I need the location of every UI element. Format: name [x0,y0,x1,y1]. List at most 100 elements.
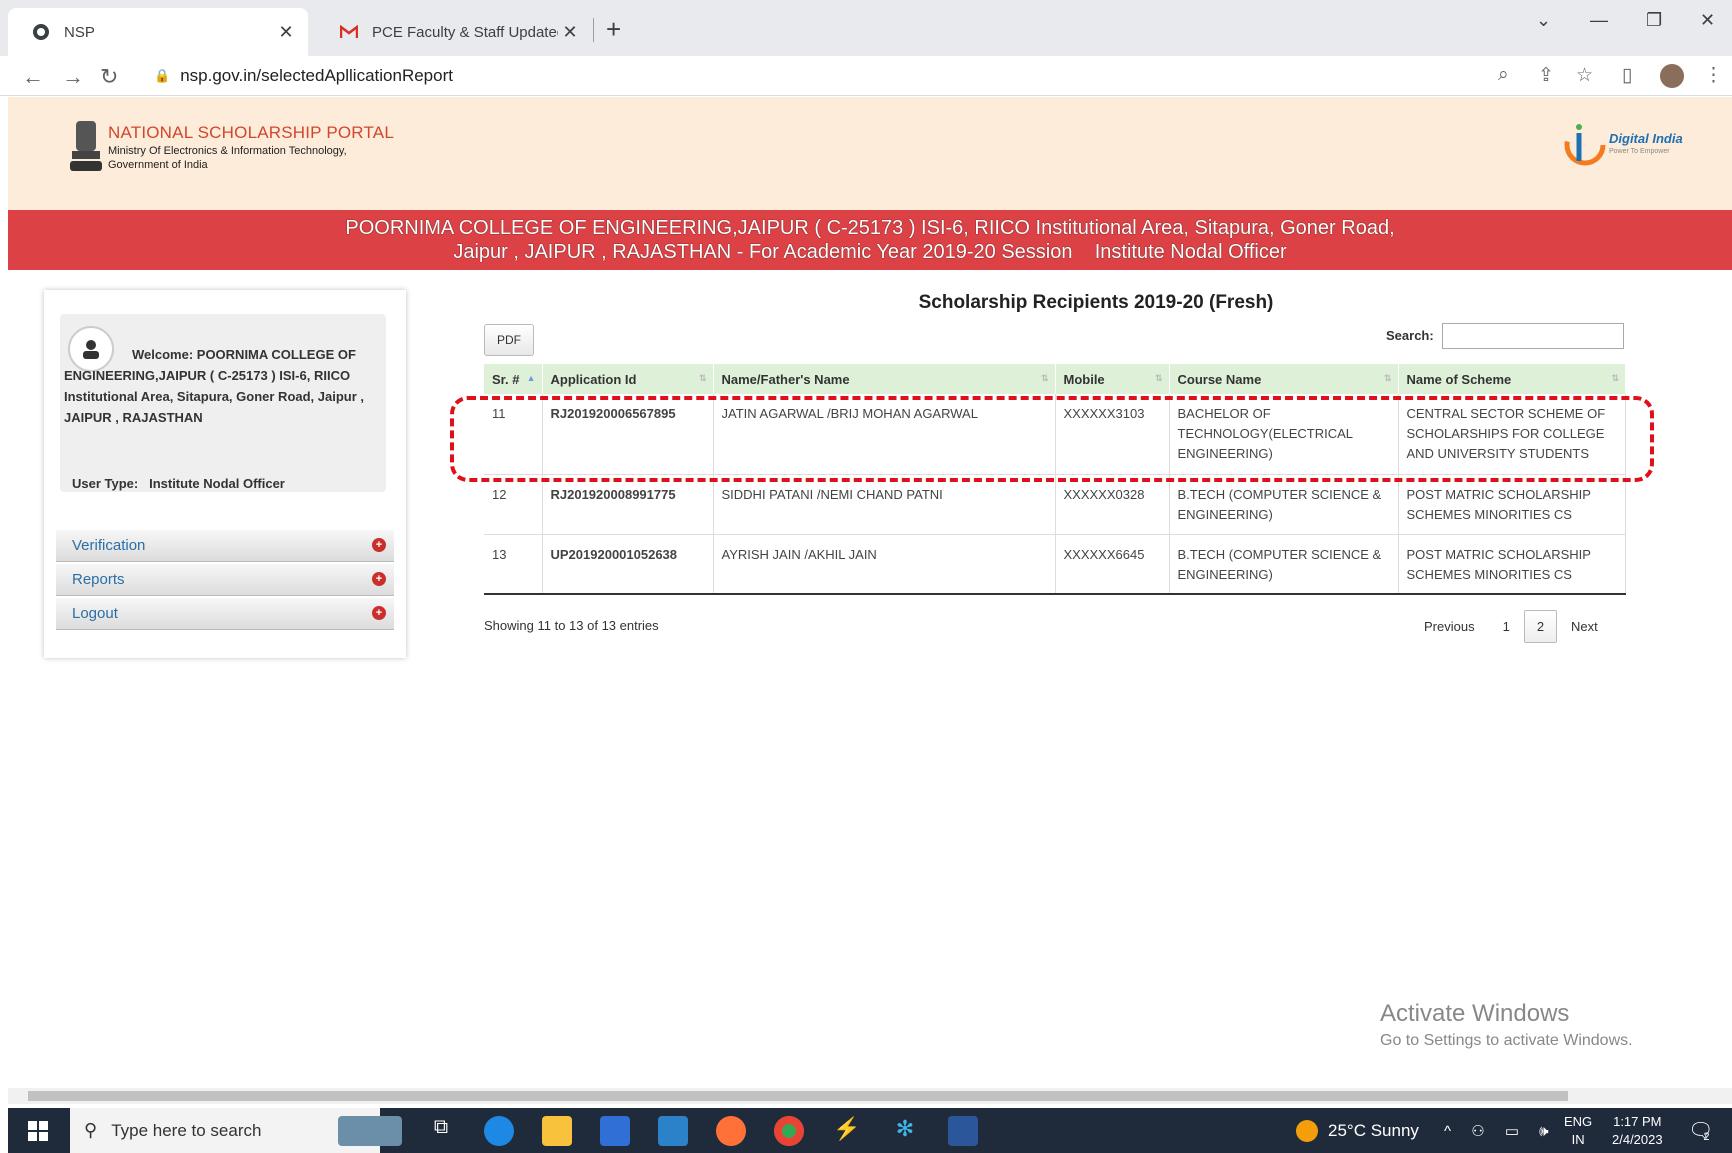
column-header-sr[interactable]: Sr. # ▲ [484,364,543,394]
file-explorer-icon[interactable] [542,1116,572,1146]
windows-start-icon[interactable] [28,1121,48,1146]
cell-course: B.TECH (COMPUTER SCIENCE & ENGINEERING) [1169,534,1399,595]
zoom-icon[interactable]: ⌕ [1498,64,1509,86]
government-name: Government of India [108,159,208,171]
sort-asc-icon: ▲ [526,373,536,383]
chrome-icon[interactable] [774,1116,804,1146]
close-tab-icon[interactable]: ✕ [274,22,298,43]
scrollbar-thumb[interactable] [28,1091,1568,1101]
previous-page-button[interactable]: Previous [1410,619,1489,634]
firefox-icon[interactable] [716,1116,746,1146]
clock-date: 2/4/2023 [1612,1131,1663,1147]
menu-kebab-icon[interactable]: ⋮ [1704,64,1723,87]
expand-plus-icon: + [372,538,386,552]
digital-india-logo: Digital India Power To Empower [1563,117,1693,173]
weather-widget[interactable]: 25°C Sunny [1296,1108,1419,1153]
tab-title: PCE Faculty & Staff Updated Con [372,23,558,41]
nsp-favicon-icon [32,23,50,41]
next-page-button[interactable]: Next [1557,619,1612,634]
snowflake-app-icon[interactable]: ✻ [890,1116,920,1146]
column-header-mobile[interactable]: Mobile ⇅ [1055,364,1170,394]
sort-icon: ⇅ [1611,373,1619,383]
sort-icon: ⇅ [1154,373,1163,383]
close-tab-icon[interactable]: ✕ [558,22,582,43]
sidebar-item-reports[interactable]: Reports + [56,564,394,596]
column-header-scheme[interactable]: Name of Scheme ⇅ [1398,364,1626,394]
highlight-annotation [450,396,1654,482]
tab-gmail[interactable]: PCE Faculty & Staff Updated Con ✕ [316,8,592,56]
sort-icon: ⇅ [1383,373,1392,383]
weather-text: 25°C Sunny [1328,1120,1419,1140]
cell-application-id: UP201920001052638 [542,534,714,595]
mail-icon[interactable] [658,1116,688,1146]
url-bar[interactable]: 🔒 nsp.gov.in/selectedApllicationReport [140,60,1480,92]
minimize-icon[interactable]: — [1590,10,1608,31]
store-icon[interactable] [600,1116,630,1146]
horizontal-scrollbar[interactable] [8,1088,1732,1104]
search-input[interactable] [1442,323,1624,349]
sidebar-item-label: Logout [72,605,118,622]
browser-tab-bar: NSP ✕ PCE Faculty & Staff Updated Con ✕ … [0,0,1732,56]
sidebar-item-logout[interactable]: Logout + [56,598,394,630]
page-title: Scholarship Recipients 2019-20 (Fresh) [918,292,1274,313]
restore-icon[interactable]: ❐ [1646,10,1662,31]
cell-application-id: RJ201920008991775 [542,474,714,535]
site-header: NATIONAL SCHOLARSHIP PORTAL Ministry Of … [8,97,1732,210]
reload-icon[interactable]: ↻ [100,64,118,90]
sidebar-item-verification[interactable]: Verification + [56,530,394,562]
side-panel-icon[interactable]: ▯ [1622,64,1632,87]
close-window-icon[interactable]: ✕ [1700,10,1715,31]
expand-plus-icon: + [372,606,386,620]
user-type: User Type: Institute Nodal Officer [72,476,285,491]
portal-name: NATIONAL SCHOLARSHIP PORTAL [108,123,394,142]
tab-search-chevron-icon[interactable]: ⌄ [1536,10,1551,31]
svg-text:Digital India: Digital India [1609,131,1683,146]
share-icon[interactable]: ⇪ [1538,64,1554,87]
column-header-course[interactable]: Course Name ⇅ [1169,364,1399,394]
sidebar-item-label: Reports [72,571,125,588]
cell-sr: 13 [484,534,543,595]
bookmark-star-icon[interactable]: ☆ [1576,64,1593,87]
back-icon[interactable]: ← [22,64,44,90]
flash-app-icon[interactable]: ⚡ [832,1116,862,1146]
url-text: nsp.gov.in/selectedApllicationReport [180,66,453,85]
page-2-button[interactable]: 2 [1523,610,1558,643]
ministry-name: Ministry Of Electronics & Information Te… [108,145,347,157]
banner-line-1: POORNIMA COLLEGE OF ENGINEERING,JAIPUR (… [345,217,1395,239]
language-indicator[interactable]: ENG IN [1564,1108,1592,1153]
page-1-button[interactable]: 1 [1489,619,1524,634]
table-row: 13 UP201920001052638 AYRISH JAIN /AKHIL … [484,534,1626,595]
cell-scheme: POST MATRIC SCHOLARSHIP SCHEMES MINORITI… [1398,474,1626,535]
search-icon: ⚲ [84,1120,98,1140]
svg-text:Power To Empower: Power To Empower [1609,148,1670,155]
new-tab-icon[interactable]: + [606,14,621,45]
system-tray-icons[interactable]: ^ ⚇ ▭ 🕪 [1444,1108,1557,1153]
welcome-panel: Welcome: POORNIMA COLLEGE OF ENGINEERING… [60,314,386,492]
lock-icon: 🔒 [154,68,171,83]
forward-icon[interactable]: → [62,64,84,90]
gmail-icon [340,23,358,41]
word-icon[interactable] [948,1116,978,1146]
profile-avatar[interactable] [1660,64,1684,88]
tab-nsp[interactable]: NSP ✕ [8,8,308,56]
portal-brand: NATIONAL SCHOLARSHIP PORTAL Ministry Of … [108,123,394,171]
notifications-icon[interactable]: 🗨 2 [1688,1108,1713,1153]
table-header-row: Sr. # ▲ Application Id ⇅ Name/Father's Nam… [484,364,1626,394]
national-emblem-logo [66,117,106,179]
cell-name: SIDDHI PATANI /NEMI CHAND PATNI [713,474,1056,535]
clock[interactable]: 1:17 PM 2/4/2023 [1612,1108,1663,1153]
tab-title: NSP [64,23,95,41]
column-header-application-id[interactable]: Application Id ⇅ [542,364,714,394]
cell-name: AYRISH JAIN /AKHIL JAIN [713,534,1056,595]
welcome-line-1: Welcome: POORNIMA COLLEGE OF [132,347,356,362]
edge-icon[interactable] [484,1116,514,1146]
cell-mobile: XXXXXX6645 [1055,534,1170,595]
taskbar-search[interactable]: ⚲ Type here to search [70,1108,380,1153]
windows-taskbar: ⚲ Type here to search ⧉ ⚡ ✻ 25°C Sunny ^… [8,1108,1732,1153]
task-view-icon[interactable]: ⧉ [426,1116,456,1146]
search-label: Search: [1386,328,1434,343]
pdf-export-button[interactable]: PDF [484,324,534,356]
people-widget-icon[interactable] [338,1116,402,1146]
activate-windows-watermark: Activate Windows Go to Settings to activ… [1380,1000,1633,1049]
column-header-name[interactable]: Name/Father's Name ⇅ [713,364,1056,394]
